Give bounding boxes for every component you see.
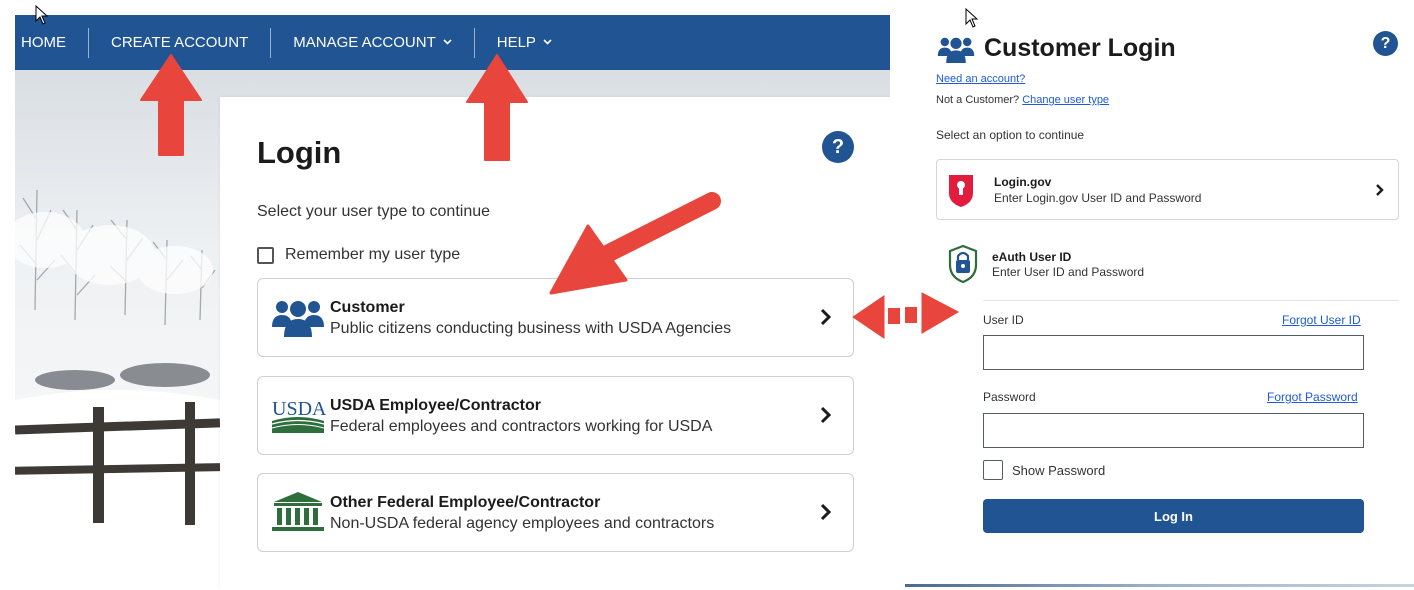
change-user-type-link[interactable]: Change user type [1022, 94, 1109, 106]
remember-user-type-checkbox[interactable] [257, 246, 274, 264]
user-type-usda-employee[interactable]: USDA USDA Employee/Contractor Federal em… [257, 376, 854, 455]
user-id-label: User ID [983, 313, 1024, 327]
log-in-button[interactable]: Log In [983, 499, 1364, 533]
nav-manage-account-dropdown[interactable]: MANAGE ACCOUNT [270, 27, 474, 58]
need-account-link[interactable]: Need an account? [936, 73, 1025, 85]
people-group-icon [272, 301, 324, 337]
mouse-cursor-icon [965, 8, 979, 28]
show-password-checkbox[interactable] [983, 460, 1003, 480]
nav-help-label: HELP [496, 34, 536, 51]
customer-login-header: Customer Login [936, 34, 1176, 63]
chevron-right-icon [1376, 184, 1384, 196]
show-password-row: Show Password [983, 460, 1105, 480]
login-gov-title: Login.gov [994, 175, 1052, 189]
show-password-label: Show Password [1012, 462, 1106, 478]
user-type-customer[interactable]: Customer Public citizens conducting busi… [257, 278, 854, 357]
nav-home-label: HOME [21, 34, 66, 51]
svg-text:USDA: USDA [272, 398, 326, 420]
user-type-other-federal[interactable]: Other Federal Employee/Contractor Non-US… [257, 473, 854, 552]
eauth-lock-shield-icon [948, 245, 978, 283]
mouse-cursor-icon [35, 5, 49, 25]
chevron-down-icon [443, 37, 452, 48]
select-option-text: Select an option to continue [936, 128, 1085, 142]
user-type-customer-title: Customer [330, 299, 405, 316]
password-label: Password [983, 390, 1036, 404]
nav-manage-account-label: MANAGE ACCOUNT [293, 34, 436, 51]
login-gov-shield-icon [949, 175, 973, 207]
chevron-right-icon [820, 308, 832, 326]
chevron-right-icon [820, 406, 832, 424]
divider [983, 300, 1399, 301]
nav-help-dropdown[interactable]: HELP [473, 27, 574, 58]
customer-login-title: Customer Login [984, 34, 1176, 62]
people-group-icon [937, 37, 975, 63]
help-icon[interactable]: ? [822, 131, 854, 163]
user-type-other-federal-title: Other Federal Employee/Contractor [330, 494, 601, 511]
usda-logo-icon: USDA [271, 398, 326, 433]
nav-create-account-label: CREATE ACCOUNT [111, 34, 249, 51]
not-customer-prefix: Not a Customer? [936, 94, 1020, 106]
user-type-usda-title: USDA Employee/Contractor [330, 397, 541, 414]
remember-user-type-label: Remember my user type [285, 246, 461, 263]
chevron-right-icon [820, 503, 832, 521]
footer-strip [905, 584, 1414, 587]
federal-building-icon [272, 492, 324, 531]
user-type-other-federal-description: Non-USDA federal agency employees and co… [330, 515, 715, 532]
chevron-down-icon [543, 37, 552, 48]
eauth-title: eAuth User ID [992, 250, 1072, 264]
not-customer-text: Not a Customer? Change user type [936, 94, 1109, 106]
user-type-usda-description: Federal employees and contractors workin… [330, 418, 713, 435]
login-page-panel: HOME CREATE ACCOUNT MANAGE ACCOUNT HELP … [15, 15, 890, 588]
customer-login-panel: Customer Login ? Need an account? Not a … [905, 15, 1414, 590]
login-gov-description: Enter Login.gov User ID and Password [994, 191, 1202, 205]
help-icon[interactable]: ? [1373, 31, 1398, 56]
password-input[interactable] [983, 413, 1364, 448]
user-type-customer-description: Public citizens conducting business with… [330, 320, 732, 337]
forgot-password-link[interactable]: Forgot Password [1267, 390, 1358, 404]
remember-user-type-row: Remember my user type [257, 246, 460, 264]
login-gov-option[interactable]: Login.gov Enter Login.gov User ID and Pa… [936, 159, 1399, 220]
login-instructions: Select your user type to continue [257, 203, 491, 220]
page-title: Login [257, 135, 342, 170]
login-card: Login ? Select your user type to continu… [220, 97, 890, 588]
user-id-input[interactable] [983, 335, 1364, 370]
forgot-user-id-link[interactable]: Forgot User ID [1282, 313, 1361, 327]
nav-create-account-link[interactable]: CREATE ACCOUNT [88, 27, 270, 58]
top-navigation-bar: HOME CREATE ACCOUNT MANAGE ACCOUNT HELP [15, 15, 890, 70]
nav-home-link[interactable]: HOME [15, 28, 88, 58]
eauth-description: Enter User ID and Password [992, 265, 1145, 279]
